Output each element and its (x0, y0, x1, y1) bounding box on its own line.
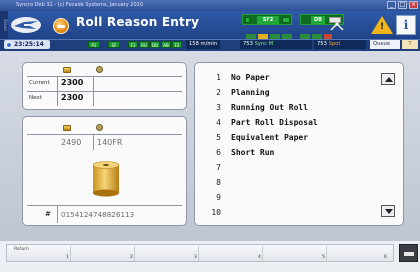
side-tab[interactable]: Stand (0, 11, 8, 39)
reason-number: 9 (216, 193, 221, 202)
gear-icon (96, 66, 103, 73)
gear-icon (96, 124, 103, 131)
tag-sf[interactable]: SF (108, 41, 120, 48)
reason-item[interactable]: 9 (205, 193, 221, 205)
roll-info-panel: Current 2300 Next 2300 (22, 62, 187, 110)
sf2-status[interactable]: SF2 (242, 14, 292, 25)
softkey-bar (6, 244, 394, 262)
tag-ab[interactable]: AB (161, 41, 171, 48)
tag-dd[interactable]: DD (150, 41, 160, 48)
roll-number: 2490 (61, 138, 82, 147)
softkey-4[interactable]: 4 (258, 255, 261, 260)
queue-extra[interactable]: T (402, 40, 418, 49)
softkey-3[interactable]: 3 (194, 255, 197, 260)
roll-icon (63, 67, 71, 73)
softkey-2[interactable]: 2 (130, 255, 133, 260)
softkey-1[interactable]: 1 (66, 255, 69, 260)
clock-icon (6, 42, 12, 48)
next-value: 2300 (61, 93, 84, 102)
sf2-indicator-right (282, 17, 290, 23)
sync-b-value: 753 (317, 41, 327, 47)
reason-number: 10 (211, 208, 221, 217)
reason-label: No Paper (231, 73, 270, 82)
current-label: Current (29, 80, 50, 86)
reason-number: 5 (216, 133, 221, 142)
reason-label: Equivalent Paper (231, 133, 309, 142)
maximize-button[interactable]: □ (398, 1, 407, 9)
sync-b-readout: 753 Spot (314, 40, 366, 49)
roll-reason-icon (53, 18, 69, 34)
speed-readout: 158 m/min (186, 40, 221, 49)
reason-number: 2 (216, 88, 221, 97)
close-button[interactable]: × (409, 1, 418, 9)
sf2-gauges (246, 27, 296, 41)
reason-item[interactable]: 8 (205, 178, 221, 190)
softkey-5[interactable]: 5 (322, 255, 325, 260)
sf2-label: SF2 (257, 16, 279, 24)
return-softkey[interactable]: Return (14, 247, 29, 252)
reason-item[interactable]: 3 Running Out Roll (205, 103, 308, 115)
reason-item[interactable]: 6 Short Run (205, 148, 274, 160)
next-label: Next (29, 95, 42, 101)
roll-id-value: 0154124748826113 (61, 210, 135, 219)
company-logo (11, 17, 41, 33)
queue-button[interactable]: Queue (370, 40, 400, 49)
tag-f2[interactable]: F2 (172, 41, 182, 48)
window-titlebar: Syncro Deb 31 - (c) Focade Systems, Janu… (0, 0, 420, 11)
paper-roll-icon (92, 161, 120, 197)
reason-label: Short Run (231, 148, 275, 157)
roll-detail-panel: 2490 140FR # 0154124748826113 (22, 116, 187, 226)
reason-item[interactable]: 7 (205, 163, 221, 175)
reason-number: 3 (216, 103, 221, 112)
reason-item[interactable]: 4 Part Roll Disposal (205, 118, 318, 130)
tag-f1[interactable]: F1 (128, 41, 138, 48)
sync-b-label: Spot (328, 41, 341, 47)
roll-icon (63, 125, 71, 131)
sf2-indicator-left (245, 17, 250, 23)
minimize-button[interactable]: _ (387, 1, 396, 9)
softkey-6[interactable]: 6 (384, 255, 387, 260)
menu-button[interactable] (399, 244, 418, 262)
current-value: 2300 (61, 78, 84, 87)
reason-number: 1 (216, 73, 221, 82)
reason-label: Part Roll Disposal (231, 118, 318, 127)
reason-number: 4 (216, 118, 221, 127)
tag-ru[interactable]: RU (139, 41, 149, 48)
sync-a-label: Sync (254, 41, 268, 47)
reason-label: Planning (231, 88, 270, 97)
reason-item[interactable]: 2 Planning (205, 88, 269, 100)
reason-number: 6 (216, 148, 221, 157)
roll-code: 140FR (97, 138, 123, 147)
chevron-up-icon (385, 77, 393, 82)
reason-label: Running Out Roll (231, 103, 309, 112)
menu-icon (404, 252, 414, 256)
scroll-up-button[interactable] (381, 73, 395, 85)
reason-item[interactable]: 10 (205, 208, 221, 220)
cut-icon (330, 16, 344, 31)
scroll-down-button[interactable] (381, 205, 395, 217)
side-tab-label: Stand (3, 19, 8, 31)
warning-exclamation: ! (380, 22, 385, 32)
window-title: Syncro Deb 31 - (c) Focade Systems, Janu… (16, 2, 144, 8)
reason-number: 8 (216, 178, 221, 187)
reason-item[interactable]: 5 Equivalent Paper (205, 133, 308, 145)
sync-a-suffix: M (268, 41, 274, 47)
reason-number: 7 (216, 163, 221, 172)
db-label: DB (311, 16, 325, 24)
roll-id-label: # (45, 210, 51, 218)
page-title: Roll Reason Entry (76, 15, 200, 29)
info-icon[interactable]: i (396, 15, 416, 35)
db-gauges (300, 27, 344, 41)
sync-a-value: 753 (243, 41, 253, 47)
tag-p1[interactable]: P1 (88, 41, 100, 48)
sync-a-readout: 753 Sync M (240, 40, 312, 49)
chevron-down-icon (385, 209, 393, 214)
reason-item[interactable]: 1 No Paper (205, 73, 269, 85)
reason-list-panel: 1 No Paper 2 Planning 3 Running Out Roll 4 P… (194, 62, 404, 226)
